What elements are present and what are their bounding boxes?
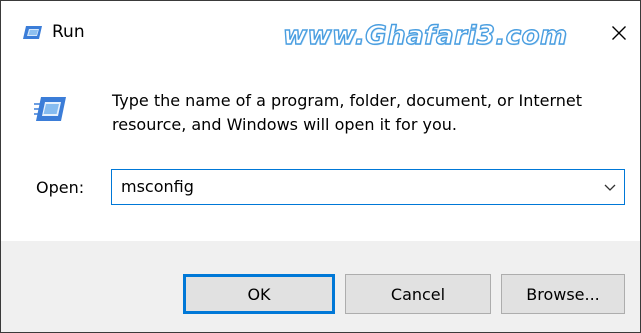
instruction-text: Type the name of a program, folder, docu… <box>112 91 583 134</box>
window-title: Run <box>52 22 85 42</box>
open-combobox[interactable]: msconfig <box>111 169 625 205</box>
button-bar: OK Cancel Browse... <box>1 241 640 332</box>
run-dialog: Run www.Ghafari3.com Type the name of a … <box>0 0 641 333</box>
close-button[interactable] <box>599 13 639 53</box>
chevron-down-icon[interactable] <box>602 179 618 195</box>
title-bar[interactable]: Run www.Ghafari3.com <box>1 1 640 63</box>
dialog-content: Type the name of a program, folder, docu… <box>1 63 640 241</box>
watermark: www.Ghafari3.com <box>282 20 568 51</box>
cancel-button[interactable]: Cancel <box>345 274 491 314</box>
open-input[interactable]: msconfig <box>121 177 194 197</box>
run-icon-large <box>34 97 66 121</box>
browse-button[interactable]: Browse... <box>501 274 625 314</box>
ok-button[interactable]: OK <box>183 274 335 314</box>
close-icon <box>612 26 626 40</box>
run-icon <box>23 26 42 39</box>
open-label: Open: <box>36 178 85 197</box>
